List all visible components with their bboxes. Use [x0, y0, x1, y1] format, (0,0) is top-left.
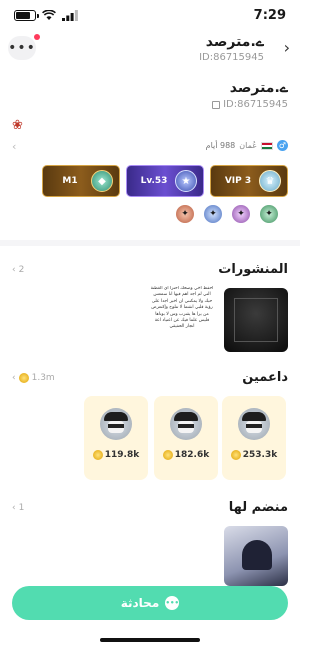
profile-info-row: ♂ عُمان 988 أيام — [206, 140, 288, 151]
chevron-left-icon: ‹ — [12, 503, 16, 513]
coin-icon — [18, 373, 29, 383]
medal-icon[interactable]: ✦ — [176, 205, 194, 223]
supporters-total[interactable]: ‹ 1.3m — [12, 373, 55, 383]
chevron-right-icon: › — [283, 38, 290, 57]
badge-level-label: Lv.53 — [140, 176, 168, 186]
supporters-total-value: 1.3m — [31, 373, 55, 383]
posts-count[interactable]: ‹ 2 — [12, 265, 24, 275]
coin-icon — [230, 450, 241, 460]
avatar — [100, 408, 132, 440]
profile-id: ID:86715945 — [223, 99, 288, 110]
medal-icon[interactable]: ✦ — [232, 205, 250, 223]
section-divider — [0, 240, 300, 246]
badge-vip-label: VIP 3 — [224, 176, 252, 186]
chevron-left-icon[interactable]: ‹ — [12, 140, 16, 153]
chevron-left-icon: ‹ — [12, 265, 16, 275]
medal-icon[interactable]: ✦ — [204, 205, 222, 223]
badge-vip[interactable]: VIP 3 ♛ — [210, 165, 288, 197]
more-icon: ••• — [8, 40, 36, 56]
medals-row: ✦ ✦ ✦ ✦ — [176, 205, 278, 223]
joined-room-image[interactable] — [224, 526, 288, 586]
status-icons — [14, 10, 78, 21]
chat-button-label: محادثة — [120, 596, 160, 610]
coin-icon — [162, 450, 173, 460]
star-icon: ★ — [175, 170, 197, 192]
supporter-value: 119.8k — [92, 450, 139, 460]
badge-m1-label: M1 — [62, 176, 78, 186]
post-thumbnail[interactable] — [224, 288, 288, 352]
chat-button[interactable]: ••• محادثة — [12, 586, 288, 620]
joined-count[interactable]: ‹ 1 — [12, 503, 24, 513]
badge-m1[interactable]: M1 ◆ — [42, 165, 120, 197]
rose-icon: ❀ — [12, 118, 23, 133]
country-label: عُمان — [239, 141, 257, 150]
supporter-card[interactable]: 253.3k — [222, 396, 286, 480]
home-indicator — [100, 638, 200, 642]
header-name: ے.مترصد — [205, 34, 264, 50]
notification-dot — [34, 34, 40, 40]
wifi-icon — [42, 10, 56, 20]
posts-title: المنشورات — [218, 262, 288, 277]
joined-title: منضم لها — [228, 500, 288, 515]
supporter-value: 182.6k — [162, 450, 209, 460]
status-bar: 7:29 — [0, 0, 300, 30]
more-button[interactable]: ••• — [8, 36, 36, 60]
supporter-card[interactable]: 119.8k — [84, 396, 148, 480]
posts-count-value: 2 — [18, 265, 25, 275]
supporter-value: 253.3k — [230, 450, 277, 460]
profile-name: ے.مترصد — [229, 80, 288, 96]
flag-icon — [261, 141, 273, 150]
supporters-title: داعمين — [242, 370, 288, 385]
chevron-left-icon: ‹ — [12, 373, 16, 383]
status-time: 7:29 — [253, 8, 286, 23]
coin-icon — [92, 450, 103, 460]
chat-bubble-icon: ••• — [165, 596, 180, 610]
battery-icon — [14, 10, 39, 21]
post-text-preview[interactable]: احفظ اخي وصحك احترا اي الغطنة التي لم اج… — [150, 286, 214, 354]
copy-icon[interactable] — [212, 100, 221, 109]
header-id: ID:86715945 — [199, 52, 264, 63]
gender-icon: ♂ — [277, 140, 288, 151]
avatar — [170, 408, 202, 440]
back-button[interactable]: › — [284, 38, 290, 57]
signal-icon — [62, 10, 78, 21]
days-label: 988 أيام — [205, 141, 236, 150]
joined-count-value: 1 — [18, 503, 25, 513]
gem-icon: ◆ — [91, 170, 113, 192]
medal-icon[interactable]: ✦ — [260, 205, 278, 223]
avatar — [238, 408, 270, 440]
supporter-card[interactable]: 182.6k — [154, 396, 218, 480]
badge-level[interactable]: Lv.53 ★ — [126, 165, 204, 197]
profile-id-row[interactable]: ID:86715945 — [212, 99, 288, 110]
crown-icon: ♛ — [259, 170, 281, 192]
